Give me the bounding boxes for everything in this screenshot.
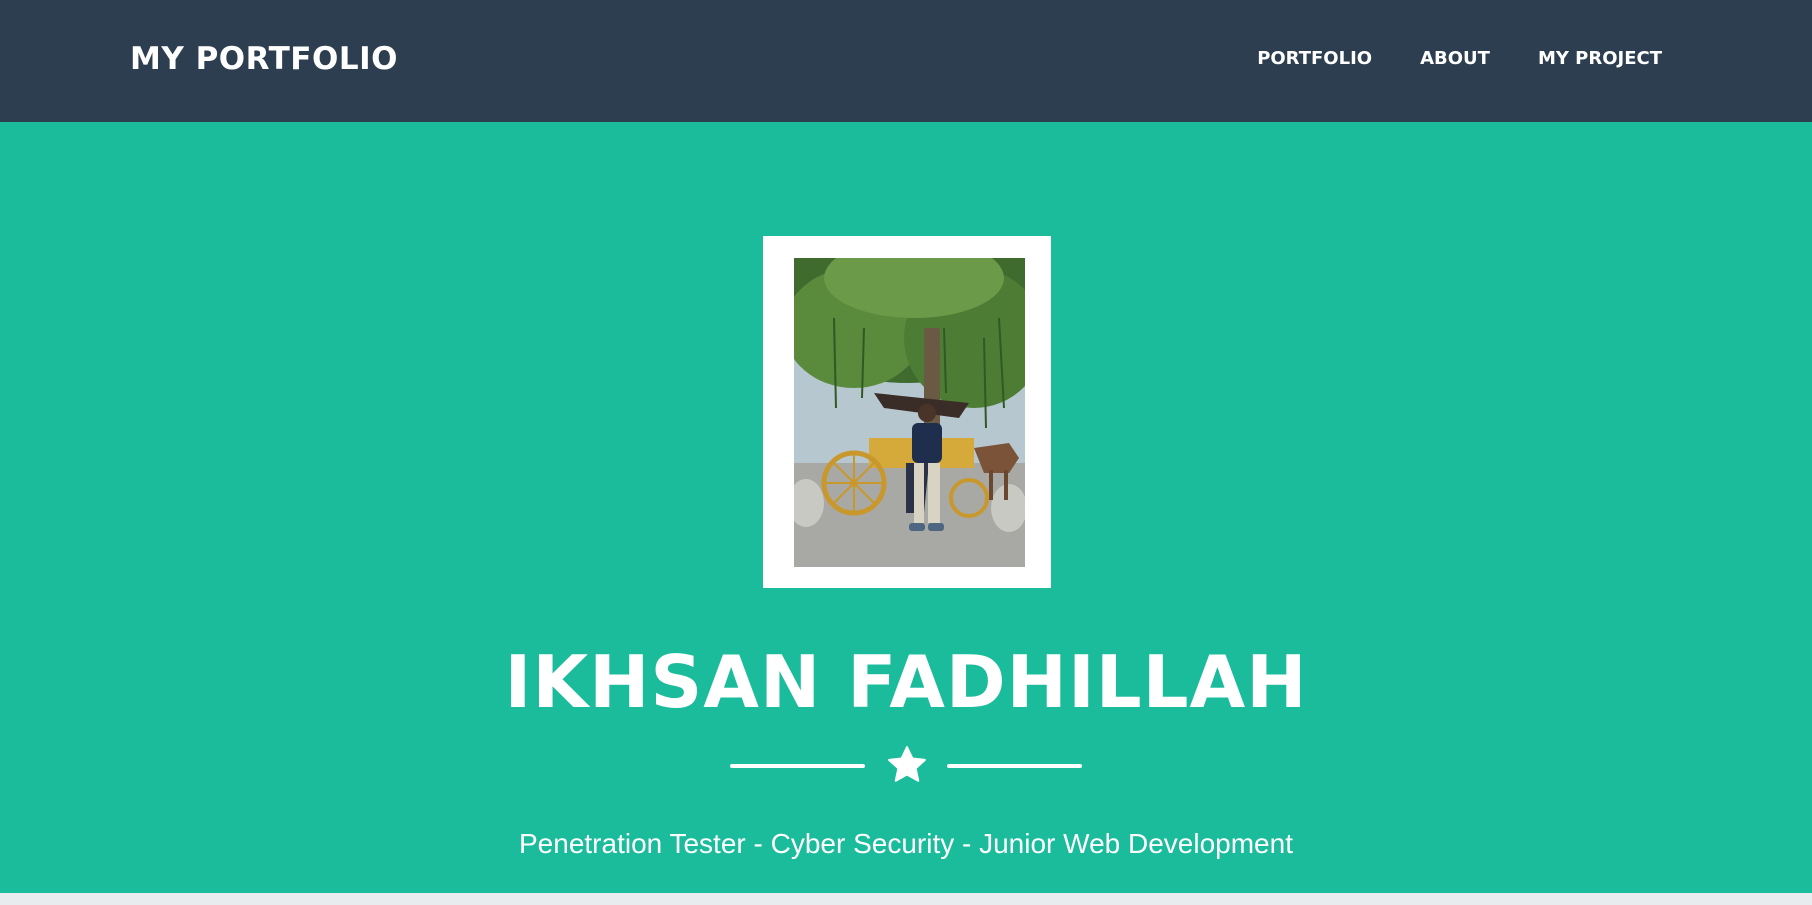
hero-section: IKHSAN FADHILLAH Penetration Tester - Cy… [0, 122, 1812, 893]
nav-link-portfolio[interactable]: PORTFOLIO [1257, 44, 1372, 74]
profile-photo [794, 258, 1025, 567]
profile-photo-illustration [794, 258, 1025, 567]
profile-photo-frame [763, 236, 1051, 588]
nav-link-my-project[interactable]: MY PROJECT [1538, 44, 1662, 74]
star-icon [888, 746, 926, 782]
star-divider [730, 744, 1082, 788]
nav-link-about[interactable]: ABOUT [1420, 44, 1490, 74]
hero-subtitle: Penetration Tester - Cyber Security - Ju… [519, 828, 1293, 859]
divider-line-right [947, 764, 1082, 768]
brand-link[interactable]: MY PORTFOLIO [130, 36, 398, 82]
divider-line-left [730, 764, 865, 768]
navbar: MY PORTFOLIO PORTFOLIO ABOUT MY PROJECT [0, 0, 1812, 122]
hero-name: IKHSAN FADHILLAH [504, 640, 1308, 724]
page-bottom-edge [0, 893, 1812, 905]
nav-links: PORTFOLIO ABOUT MY PROJECT [1257, 44, 1662, 74]
